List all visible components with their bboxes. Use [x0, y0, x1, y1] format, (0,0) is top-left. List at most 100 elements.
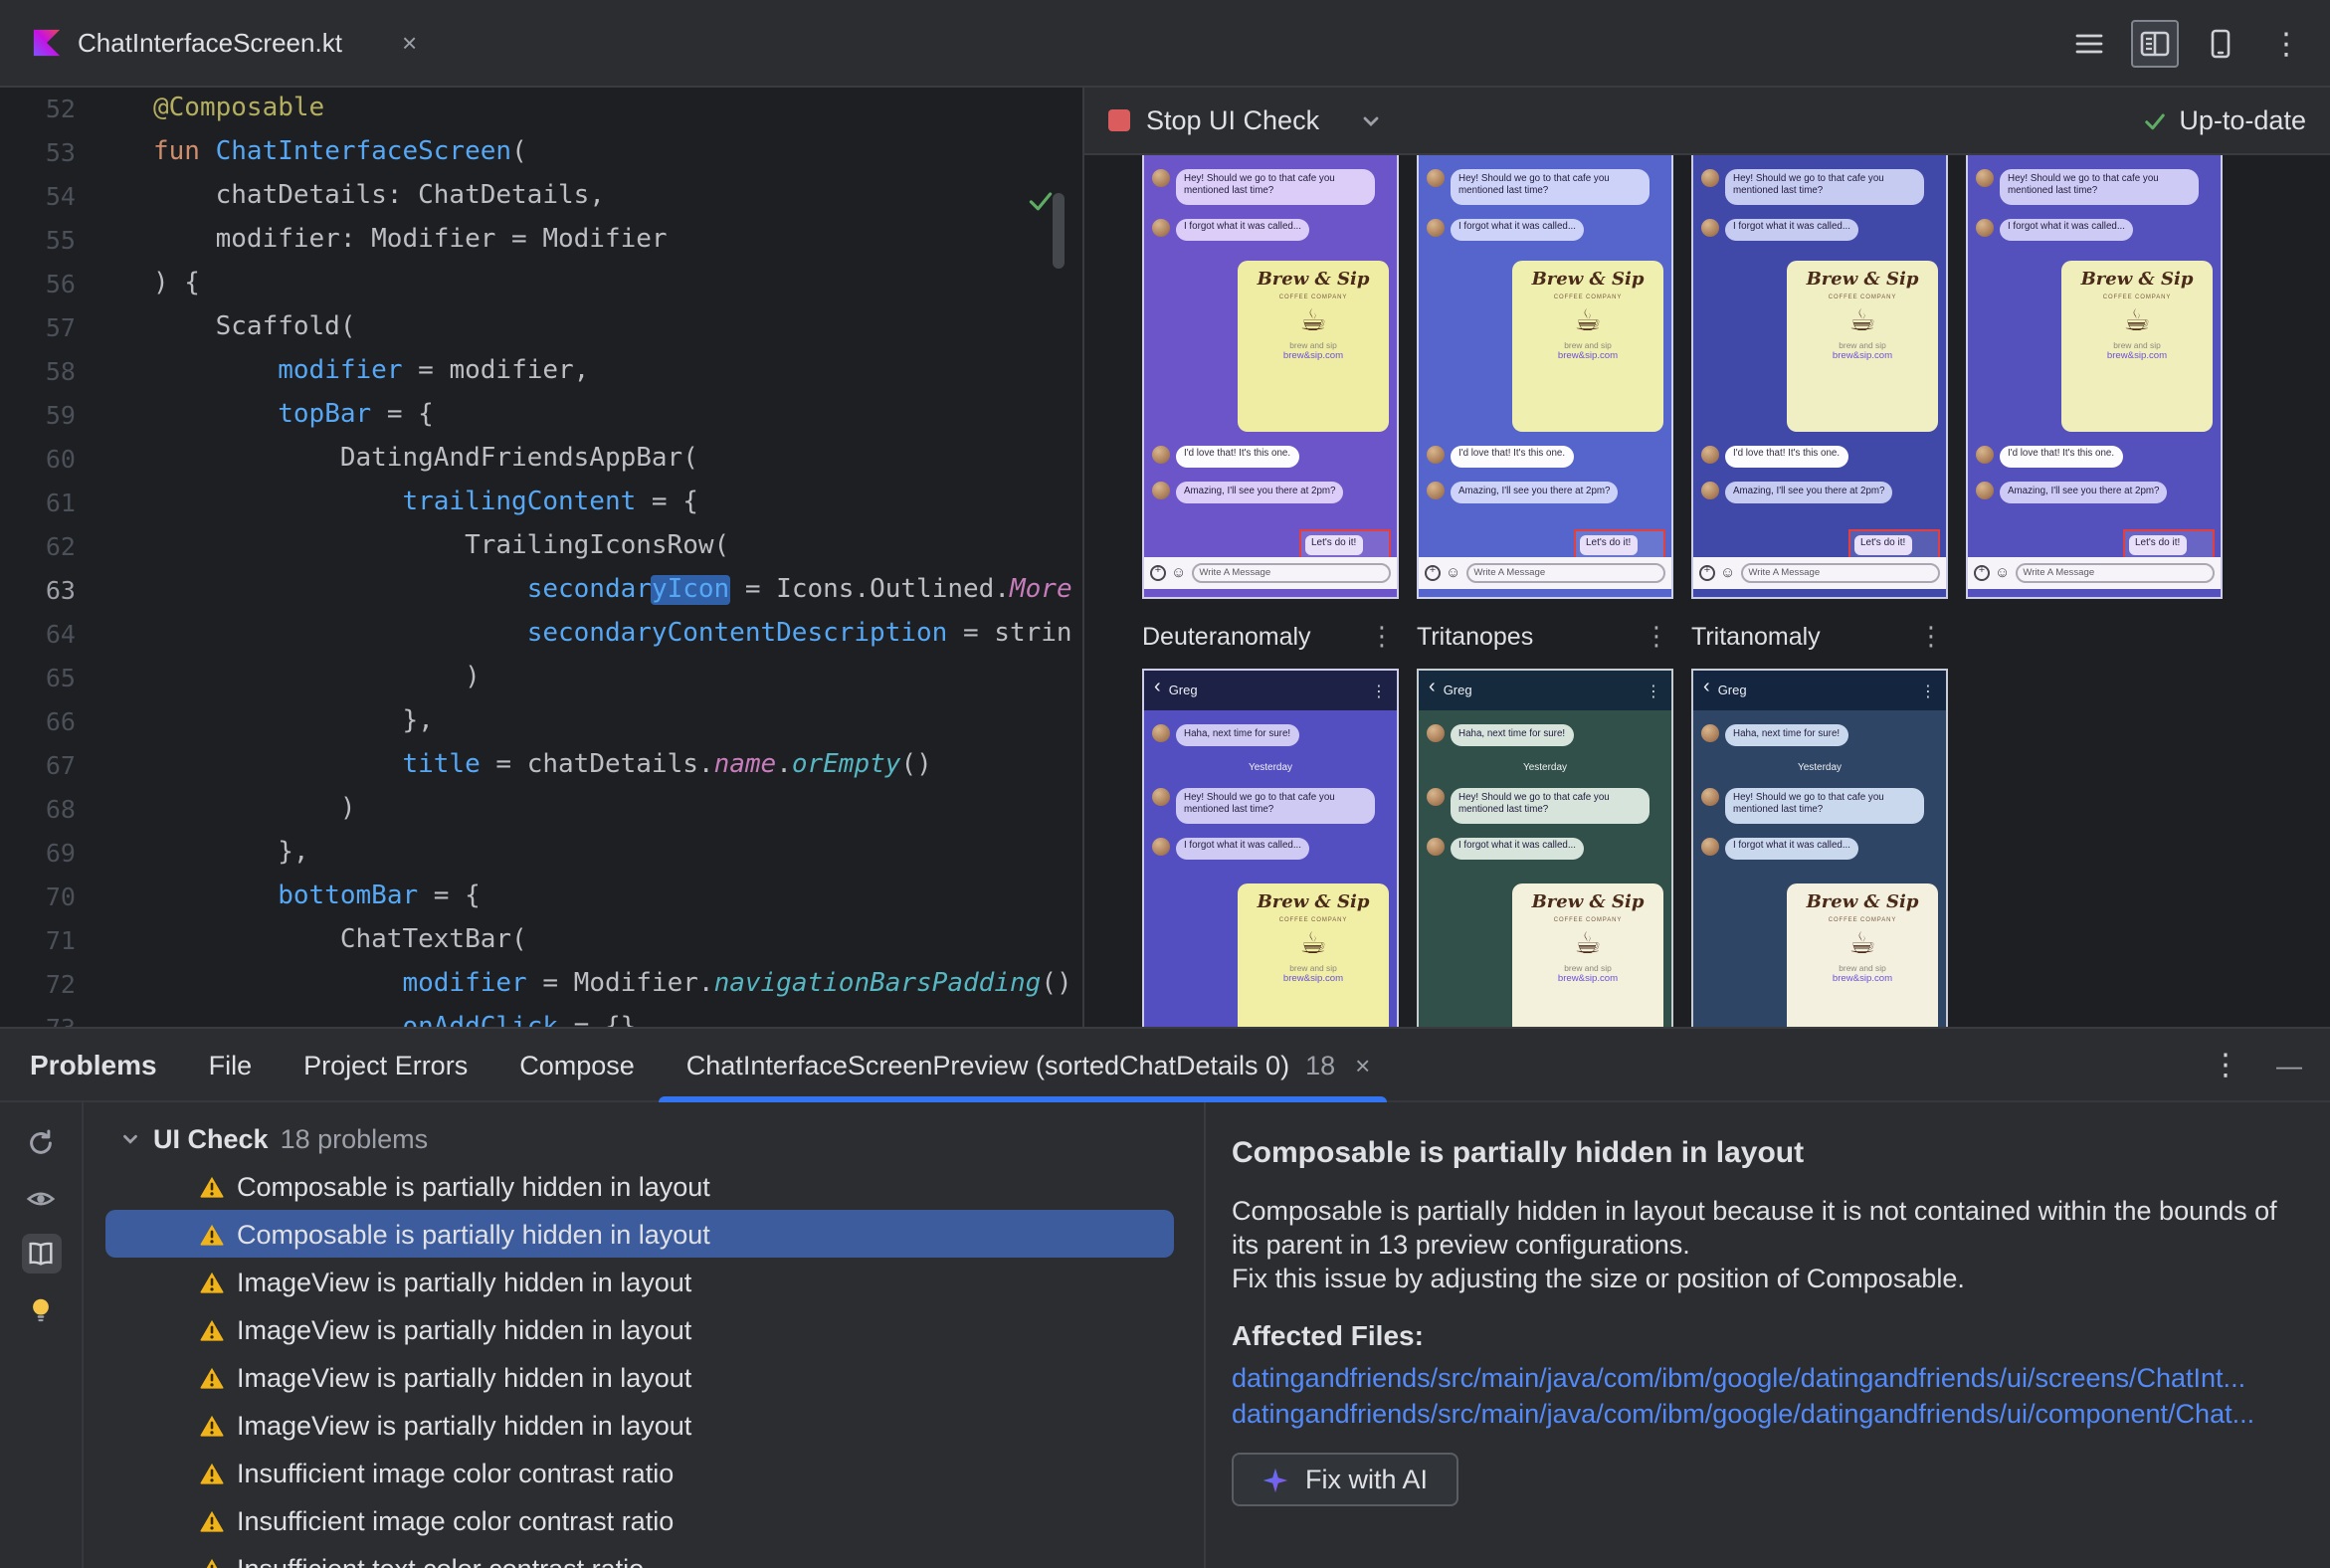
code-line[interactable]: 60 DatingAndFriendsAppBar(: [0, 438, 1082, 482]
code-line[interactable]: 59 topBar = {: [0, 394, 1082, 438]
preview-canvas: Hey! Should we go to that cafe you menti…: [1084, 155, 2330, 1027]
preview-phone[interactable]: Hey! Should we go to that cafe you menti…: [1142, 155, 1399, 599]
preview-phone[interactable]: Hey! Should we go to that cafe you menti…: [1417, 155, 1673, 599]
code-line[interactable]: 58 modifier = modifier,: [0, 350, 1082, 394]
preview-phone[interactable]: Hey! Should we go to that cafe you menti…: [1966, 155, 2223, 599]
panel-more-icon[interactable]: ⋮: [2211, 1051, 2240, 1080]
problem-item[interactable]: ImageView is partially hidden in layout: [84, 1258, 1204, 1305]
problem-item[interactable]: Composable is partially hidden in layout: [84, 1162, 1204, 1210]
code-line[interactable]: 55 modifier: Modifier = Modifier: [0, 219, 1082, 263]
eye-icon[interactable]: [21, 1178, 61, 1218]
problem-item[interactable]: Composable is partially hidden in layout: [105, 1210, 1174, 1258]
problem-item-label: Insufficient text color contrast ratio: [237, 1553, 645, 1568]
preview-phone[interactable]: ‹ Greg ⋮ Haha, next time for sure! Yesterday…: [1142, 669, 1399, 1027]
contact-name: Greg: [1717, 684, 1747, 697]
code-line[interactable]: 56) {: [0, 263, 1082, 306]
lightbulb-icon[interactable]: [21, 1289, 61, 1329]
tab-close-icon[interactable]: ×: [1355, 1050, 1370, 1079]
tab-file[interactable]: File: [209, 1029, 253, 1101]
chat-bubble: Hey! Should we go to that cafe you menti…: [2000, 169, 2199, 205]
chat-bubble: Amazing, I'll see you there at 2pm?: [1176, 482, 1344, 504]
brew-card: Brew & Sip COFFEE COMPANY ☕ brew and sip bre…: [1787, 883, 1938, 1027]
problems-panel: Problems File Project Errors Compose ChatInt…: [0, 1027, 2330, 1568]
chat-bubble: Amazing, I'll see you there at 2pm?: [2000, 482, 2168, 504]
code-line[interactable]: 64 secondaryContentDescription = strin: [0, 613, 1082, 657]
more-icon[interactable]: ⋮: [2262, 20, 2310, 68]
problem-item[interactable]: ImageView is partially hidden in layout: [84, 1401, 1204, 1449]
line-number: 59: [45, 400, 76, 430]
tab-preview[interactable]: ChatInterfaceScreenPreview (sortedChatDe…: [658, 1029, 1386, 1101]
code-line[interactable]: 67 title = chatDetails.name.orEmpty(): [0, 744, 1082, 788]
split-editor-icon[interactable]: [2131, 20, 2179, 68]
problems-group-header[interactable]: UI Check 18 problems: [84, 1114, 1204, 1162]
message-composer: + ☺ Write A Message: [1968, 557, 2221, 589]
code-line[interactable]: 52 @Composable: [0, 88, 1082, 131]
code-line[interactable]: 71 ChatTextBar(: [0, 919, 1082, 963]
line-number: 63: [45, 575, 76, 605]
tab-close-icon[interactable]: ×: [402, 28, 417, 58]
add-icon: +: [1150, 565, 1166, 581]
problem-item[interactable]: ImageView is partially hidden in layout: [84, 1305, 1204, 1353]
preview-phone[interactable]: ‹ Greg ⋮ Haha, next time for sure! Yesterday…: [1691, 669, 1948, 1027]
refresh-icon[interactable]: [21, 1122, 61, 1162]
chat-bubble: I forgot what it was called...: [1451, 218, 1584, 241]
preview-pane: Stop UI Check Up-to-date Hey! Should we …: [1084, 88, 2330, 1027]
problem-item[interactable]: Insufficient image color contrast ratio: [84, 1449, 1204, 1496]
problem-item-label: Insufficient image color contrast ratio: [237, 1458, 675, 1487]
kebab-icon[interactable]: ⋮: [1914, 620, 1948, 652]
tab-compose[interactable]: Compose: [519, 1029, 635, 1101]
brew-card: Brew & Sip COFFEE COMPANY ☕ brew and sip bre…: [1238, 260, 1389, 432]
hidden-chat-bubble: Let's do it!: [1580, 535, 1638, 555]
code-line[interactable]: 66 },: [0, 700, 1082, 744]
kebab-icon[interactable]: ⋮: [1640, 620, 1673, 652]
structure-icon[interactable]: [2065, 20, 2113, 68]
open-details-icon[interactable]: [21, 1234, 61, 1274]
line-number: 72: [45, 969, 76, 999]
editor-tab[interactable]: ChatInterfaceScreen.kt ×: [0, 0, 445, 86]
code-line[interactable]: 61 trailingContent = {: [0, 482, 1082, 525]
code-line[interactable]: 72 modifier = Modifier.navigationBarsPad…: [0, 963, 1082, 1007]
problem-item[interactable]: Insufficient text color contrast ratio: [84, 1544, 1204, 1568]
stop-ui-check-button[interactable]: Stop UI Check: [1108, 105, 1319, 135]
problem-item[interactable]: ImageView is partially hidden in layout: [84, 1353, 1204, 1401]
affected-file-link[interactable]: datingandfriends/src/main/java/com/ibm/g…: [1232, 1396, 2294, 1431]
code-line[interactable]: 70 bottomBar = {: [0, 876, 1082, 919]
code-editor[interactable]: 52 @Composable 53 fun ChatInterfaceScreen(5…: [0, 88, 1082, 1027]
chat-bubble: I forgot what it was called...: [2000, 218, 2133, 241]
avatar: [1427, 724, 1445, 742]
line-number: 62: [45, 531, 76, 561]
fix-with-ai-button[interactable]: Fix with AI: [1232, 1453, 1458, 1506]
group-count: 18 problems: [280, 1123, 429, 1153]
affected-file-link[interactable]: datingandfriends/src/main/java/com/ibm/g…: [1232, 1361, 2294, 1396]
chat-app-bar: ‹ Greg ⋮: [1419, 671, 1671, 710]
avatar: [1976, 218, 1994, 237]
chevron-down-icon[interactable]: [1359, 108, 1383, 132]
problem-item[interactable]: Insufficient image color contrast ratio: [84, 1496, 1204, 1544]
device-preview-icon[interactable]: [2197, 20, 2244, 68]
warning-icon: [200, 1509, 224, 1531]
code-line[interactable]: 68 ): [0, 788, 1082, 832]
warning-icon: [200, 1318, 224, 1340]
code-line[interactable]: 57 Scaffold(: [0, 306, 1082, 350]
code-line[interactable]: 63 secondaryIcon = Icons.Outlined.More: [0, 569, 1082, 613]
inspections-ok-icon[interactable]: [1027, 187, 1055, 225]
problem-description: Composable is partially hidden in layout…: [1232, 1196, 2277, 1293]
kebab-icon[interactable]: ⋮: [1365, 620, 1399, 652]
avatar: [1152, 788, 1170, 807]
code-line[interactable]: 73 onAddClick = {},: [0, 1007, 1082, 1027]
chat-bubble: Hey! Should we go to that cafe you menti…: [1176, 788, 1375, 824]
chat-message: I forgot what it was called...: [1152, 218, 1389, 241]
preview-phone[interactable]: Hey! Should we go to that cafe you menti…: [1691, 155, 1948, 599]
editor-scrollbar[interactable]: [1053, 193, 1065, 269]
emoji-icon: ☺: [1171, 563, 1187, 582]
tab-project-errors[interactable]: Project Errors: [303, 1029, 468, 1101]
minimize-icon[interactable]: —: [2276, 1051, 2302, 1080]
code-line[interactable]: 69 },: [0, 832, 1082, 876]
chat-message: I forgot what it was called...: [1976, 218, 2213, 241]
code-line[interactable]: 53 fun ChatInterfaceScreen(: [0, 131, 1082, 175]
code-line[interactable]: 65 ): [0, 657, 1082, 700]
avatar: [1152, 218, 1170, 237]
preview-phone[interactable]: ‹ Greg ⋮ Haha, next time for sure! Yesterday…: [1417, 669, 1673, 1027]
code-line[interactable]: 54 chatDetails: ChatDetails,: [0, 175, 1082, 219]
code-line[interactable]: 62 TrailingIconsRow(: [0, 525, 1082, 569]
